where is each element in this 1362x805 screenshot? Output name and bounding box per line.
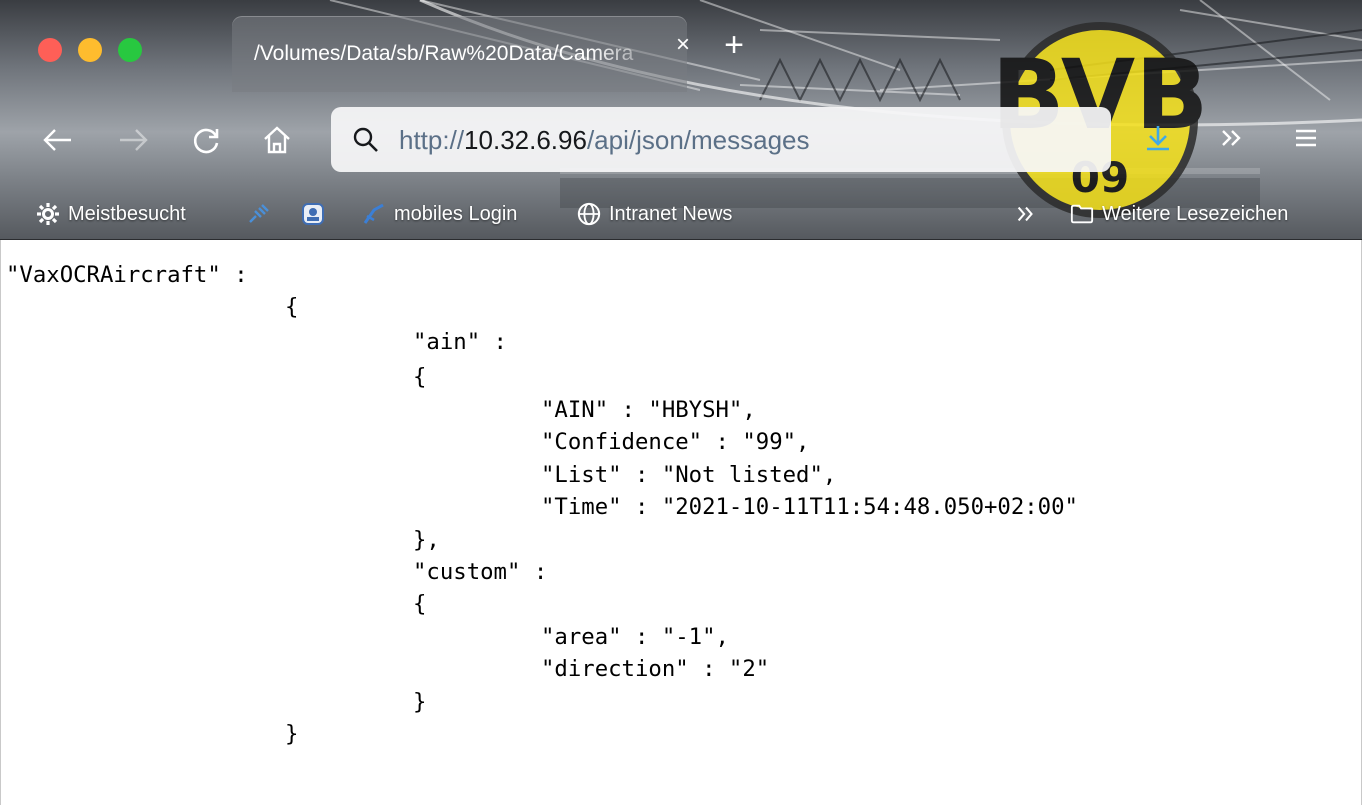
- back-button[interactable]: [38, 120, 78, 160]
- bookmarks-overflow-button[interactable]: [1014, 199, 1046, 229]
- url-text[interactable]: http://10.32.6.96/api/json/messages: [399, 125, 810, 156]
- tab-active[interactable]: /Volumes/Data/sb/Raw%20Data/Camera: [232, 16, 687, 92]
- json-line: {: [413, 591, 427, 617]
- json-line: "ain" :: [413, 329, 507, 355]
- home-button[interactable]: [257, 120, 297, 160]
- toolbar-overflow-button[interactable]: [1212, 118, 1252, 158]
- window-border-left: [0, 240, 1, 805]
- home-icon: [264, 126, 290, 154]
- json-line: "Time" : "2021-10-11T11:54:48.050+02:00": [541, 494, 1078, 520]
- tab-close-icon[interactable]: ×: [672, 33, 694, 57]
- url-host: 10.32.6.96: [464, 125, 587, 155]
- bookmark-link[interactable]: [247, 199, 279, 229]
- json-line: "Confidence" : "99",: [541, 429, 810, 455]
- bookmarks-bar: Meistbesucht mobiles Login Intranet News…: [0, 190, 1362, 236]
- new-tab-button[interactable]: +: [720, 28, 748, 62]
- other-bookmarks-label: Weitere Lesezeichen: [1102, 202, 1289, 225]
- downloads-button[interactable]: [1138, 118, 1178, 158]
- json-line: {: [285, 294, 299, 320]
- chevron-double-right-icon: [1014, 202, 1038, 226]
- hamburger-menu-icon: [1296, 129, 1316, 147]
- forward-arrow-icon: [120, 129, 148, 151]
- bookmark-mobiles-login[interactable]: mobiles Login: [362, 199, 517, 229]
- json-line: }: [413, 689, 427, 715]
- json-line: "AIN" : "HBYSH",: [541, 397, 756, 423]
- json-line: "custom" :: [413, 559, 548, 585]
- json-line: "VaxOCRAircraft" :: [6, 262, 248, 288]
- app-favicon-icon: [301, 202, 325, 226]
- link-favicon-icon: [247, 202, 271, 226]
- json-line: {: [413, 364, 427, 390]
- forward-button[interactable]: [113, 120, 153, 160]
- back-arrow-icon: [43, 129, 71, 151]
- other-bookmarks[interactable]: Weitere Lesezeichen: [1070, 199, 1288, 229]
- page-content: "VaxOCRAircraft" : { "ain" : { "AIN" : "…: [0, 240, 1362, 805]
- bookmark-meistbesucht[interactable]: Meistbesucht: [36, 199, 186, 229]
- bookmark-label: mobiles Login: [394, 202, 518, 225]
- folder-icon: [1070, 202, 1094, 226]
- bookmark-label: Intranet News: [609, 202, 733, 225]
- json-line: }: [285, 721, 299, 747]
- window-minimize-button[interactable]: [78, 38, 102, 62]
- tab-title: /Volumes/Data/sb/Raw%20Data/Camera: [254, 42, 634, 65]
- json-line: "direction" : "2": [541, 656, 770, 682]
- json-line: },: [413, 527, 440, 553]
- json-line: "List" : "Not listed",: [541, 462, 837, 488]
- globe-icon: [577, 202, 601, 226]
- menu-button[interactable]: [1286, 118, 1326, 158]
- bookmark-label: Meistbesucht: [68, 202, 186, 225]
- search-icon: [353, 127, 378, 152]
- address-bar[interactable]: http://10.32.6.96/api/json/messages: [331, 107, 1111, 172]
- mobiles-login-favicon-icon: [362, 202, 386, 226]
- browser-window: BVB 09 /Volumes/Data/sb/Raw%20Data/Camer…: [0, 0, 1362, 805]
- json-line: "area" : "-1",: [541, 624, 729, 650]
- gear-icon: [36, 202, 60, 226]
- download-icon: [1147, 126, 1169, 151]
- chevron-double-right-icon: [1222, 130, 1241, 146]
- url-scheme: http://: [399, 125, 465, 155]
- bookmark-app[interactable]: [301, 199, 333, 229]
- reload-icon: [193, 128, 219, 154]
- json-text: "VaxOCRAircraft" : { "ain" : { "AIN" : "…: [0, 240, 1362, 805]
- bookmark-intranet-news[interactable]: Intranet News: [577, 199, 732, 229]
- window-close-button[interactable]: [38, 38, 62, 62]
- browser-chrome: BVB 09 /Volumes/Data/sb/Raw%20Data/Camer…: [0, 0, 1362, 240]
- url-path: /api/json/messages: [586, 125, 810, 155]
- reload-button[interactable]: [186, 120, 226, 160]
- window-maximize-button[interactable]: [118, 38, 142, 62]
